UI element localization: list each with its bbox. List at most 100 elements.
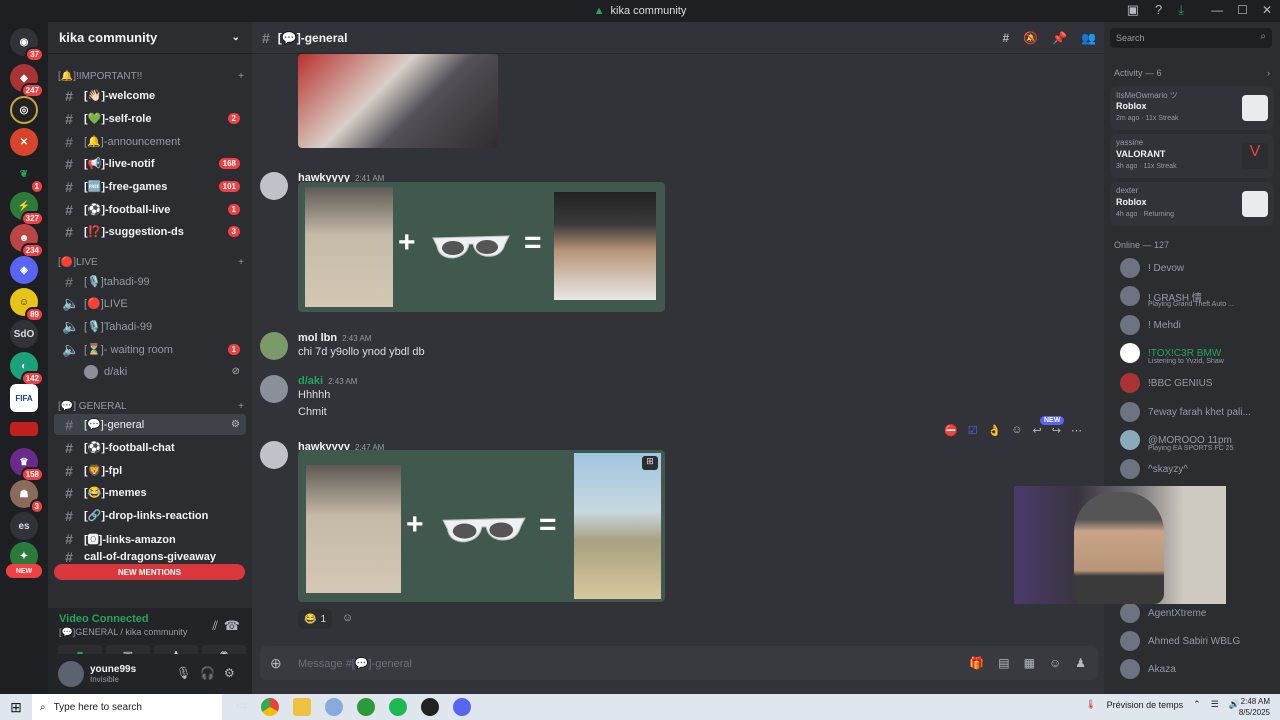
member-item[interactable]: !TOX!C3R BMW Listening to Yvzid, Shaw — [1120, 341, 1224, 365]
server-icon[interactable]: es — [10, 512, 38, 540]
direct-messages-button[interactable]: ◉ 37 — [10, 28, 44, 62]
app-icon[interactable] — [325, 698, 344, 716]
avatar[interactable] — [260, 375, 288, 403]
network-icon[interactable]: ☰ — [1211, 699, 1219, 710]
download-icon[interactable]: ⤓ — [1178, 2, 1184, 18]
forward-icon[interactable]: ↪ — [1052, 424, 1061, 437]
channel-live-notif[interactable]: # [📢]-live-notif 168 — [54, 153, 246, 174]
channel-general[interactable]: # [💬]-general ⚙ — [54, 414, 246, 435]
member-item[interactable]: Ahmed Sabiri WBLG — [1120, 629, 1240, 653]
gif-icon[interactable]: ▤ — [998, 656, 1009, 670]
help-icon[interactable]: ? — [1155, 2, 1162, 18]
member-list-icon[interactable]: 👥 — [1081, 31, 1096, 45]
voice-channel-name[interactable]: [💬]GENERAL / kika community — [59, 627, 187, 638]
activity-header[interactable]: Activity — 6 › — [1114, 68, 1270, 78]
threads-icon[interactable]: # — [1002, 31, 1009, 45]
image-attachment[interactable]: + = — [298, 182, 665, 312]
channel-football-chat[interactable]: # [⚽]-football-chat — [54, 437, 246, 458]
maximize-button[interactable]: ☐ — [1237, 3, 1248, 17]
activity-card[interactable]: ItsMeOwmario ツ Roblox 2m ago · 11x Streak — [1110, 86, 1274, 130]
member-item[interactable]: ! GRASH 情 Playing Grand Theft Auto ... — [1120, 284, 1234, 308]
image-attachment[interactable]: + = ⊞ — [298, 450, 665, 602]
voice-channel-waiting-room[interactable]: 🔈 [⏳]- waiting room 1 — [54, 339, 246, 360]
server-icon[interactable]: ♛ 158 — [10, 448, 44, 482]
channel-football-live[interactable]: # [⚽]-football-live 1 — [54, 199, 246, 220]
notification-bell-icon[interactable]: 🔕 — [1023, 31, 1038, 45]
activity-card[interactable]: dexter Roblox 4h ago · Returning — [1110, 182, 1274, 226]
activity-card[interactable]: yassine VALORANT 3h ago · 11x Streak V — [1110, 134, 1274, 178]
voice-user-daki[interactable]: d/aki ⊘ — [54, 361, 246, 382]
taskbar-search[interactable]: ⌕ Type here to search — [32, 694, 222, 720]
attach-plus-icon[interactable]: ⊕ — [270, 655, 282, 672]
member-item[interactable]: ^skayzy^ — [1120, 457, 1188, 481]
server-icon[interactable]: ⚡ 327 — [10, 192, 44, 226]
server-icon[interactable]: FIFA — [10, 384, 38, 412]
channel-memes[interactable]: # [😂]-memes — [54, 482, 246, 503]
xbox-icon[interactable] — [357, 698, 376, 716]
search-input[interactable]: Search ⌕ — [1110, 28, 1272, 48]
spotify-icon[interactable] — [389, 698, 408, 716]
voice-channel-tahadi[interactable]: 🔈 [🎙️]Tahadi-99 — [54, 316, 246, 337]
user-settings-icon[interactable]: ⚙ — [224, 666, 235, 680]
emoji-icon[interactable]: ☺ — [1049, 656, 1061, 670]
reply-icon[interactable]: ↩ — [1033, 424, 1042, 437]
server-icon[interactable]: ❦ 1 — [10, 160, 44, 194]
reaction-ok-hand-icon[interactable]: 👌 — [988, 424, 1002, 437]
headphones-icon[interactable]: 🎧 — [200, 666, 215, 680]
settings-icon[interactable]: ⚙ — [231, 419, 240, 430]
avatar[interactable] — [58, 661, 84, 687]
app-icon[interactable] — [421, 698, 440, 716]
message-input[interactable]: Message #[💬]-general — [298, 657, 412, 670]
microphone-icon[interactable]: 🎙 — [176, 666, 191, 680]
member-item[interactable]: ! Mehdi — [1120, 313, 1181, 337]
category-important[interactable]: [🔔]!IMPORTANT!! + — [58, 71, 244, 82]
taskbar-clock[interactable]: 2:48 AM 8/5/2025 — [1239, 696, 1270, 718]
server-icon[interactable]: ✕ — [10, 128, 38, 156]
add-channel-icon[interactable]: + — [238, 257, 244, 268]
avatar[interactable] — [260, 172, 288, 200]
channel-announcement[interactable]: # [🔔]-announcement — [54, 131, 246, 152]
reaction-pill[interactable]: 😂 1 — [298, 609, 333, 629]
channel-call-of-dragons[interactable]: # call-of-dragons-giveaway — [54, 550, 246, 564]
channel-tahadi-99[interactable]: # [🎙️]tahadi-99 — [54, 271, 246, 292]
gift-icon[interactable]: 🎁 — [969, 656, 984, 670]
add-channel-icon[interactable]: + — [238, 401, 244, 412]
add-reaction-icon[interactable]: ☺ — [342, 612, 353, 624]
member-item[interactable]: @MOROOO 11pm Playing EA SPORTS FC 25 — [1120, 428, 1233, 452]
member-item[interactable]: AgentXtreme — [1120, 601, 1206, 625]
add-reaction-icon[interactable]: ☺ — [1011, 424, 1022, 437]
open-image-icon[interactable]: ⊞ — [642, 456, 658, 470]
member-item[interactable]: Akaza — [1120, 657, 1176, 681]
voice-channel-live[interactable]: 🔈 [🔴]LIVE — [54, 293, 246, 314]
file-explorer-icon[interactable] — [293, 698, 312, 716]
server-icon[interactable]: ◈ — [10, 256, 38, 284]
server-icon[interactable]: ◐ 142 — [10, 352, 44, 386]
server-icon[interactable]: ◎ — [10, 96, 38, 124]
sticker-icon[interactable]: ▦ — [1024, 656, 1035, 670]
apps-icon[interactable]: ♟ — [1075, 656, 1086, 670]
avatar[interactable] — [260, 332, 288, 360]
channel-fpl[interactable]: # [🦁]-fpl — [54, 460, 246, 481]
avatar[interactable] — [260, 441, 288, 469]
more-options-icon[interactable]: ⋯ — [1071, 424, 1082, 437]
image-attachment[interactable] — [298, 54, 498, 148]
message-author[interactable]: mol lbn 2:43 AM — [298, 332, 371, 344]
chevron-up-icon[interactable]: ⌃ — [1193, 699, 1201, 710]
channel-drop-links[interactable]: # [🔗]-drop-links-reaction — [54, 505, 246, 526]
task-view-icon[interactable]: ▭ — [236, 698, 247, 716]
guild-header[interactable]: kika community ⌄ — [48, 22, 252, 54]
new-mentions-bar[interactable]: NEW MENTIONS — [54, 564, 245, 580]
add-channel-icon[interactable]: + — [238, 71, 244, 82]
channel-self-role[interactable]: # [💚]-self-role 2 — [54, 108, 246, 129]
reaction-no-entry-icon[interactable]: ⛔ — [944, 424, 958, 437]
reaction-check-icon[interactable]: ☑ — [968, 424, 978, 437]
member-item[interactable]: 7eway farah khet pali... — [1120, 400, 1251, 424]
message-author[interactable]: d/aki 2:43 AM — [298, 375, 357, 387]
windows-start-icon[interactable]: ⊞ — [0, 699, 32, 716]
server-icon[interactable]: ☺ 89 — [10, 288, 44, 322]
server-icon[interactable] — [10, 422, 38, 436]
server-icon[interactable]: ☻ 234 — [10, 224, 44, 258]
noise-suppression-icon[interactable]: ⫽ — [212, 618, 218, 634]
disconnect-icon[interactable]: ☎ — [224, 618, 240, 634]
close-button[interactable]: ✕ — [1262, 3, 1272, 17]
